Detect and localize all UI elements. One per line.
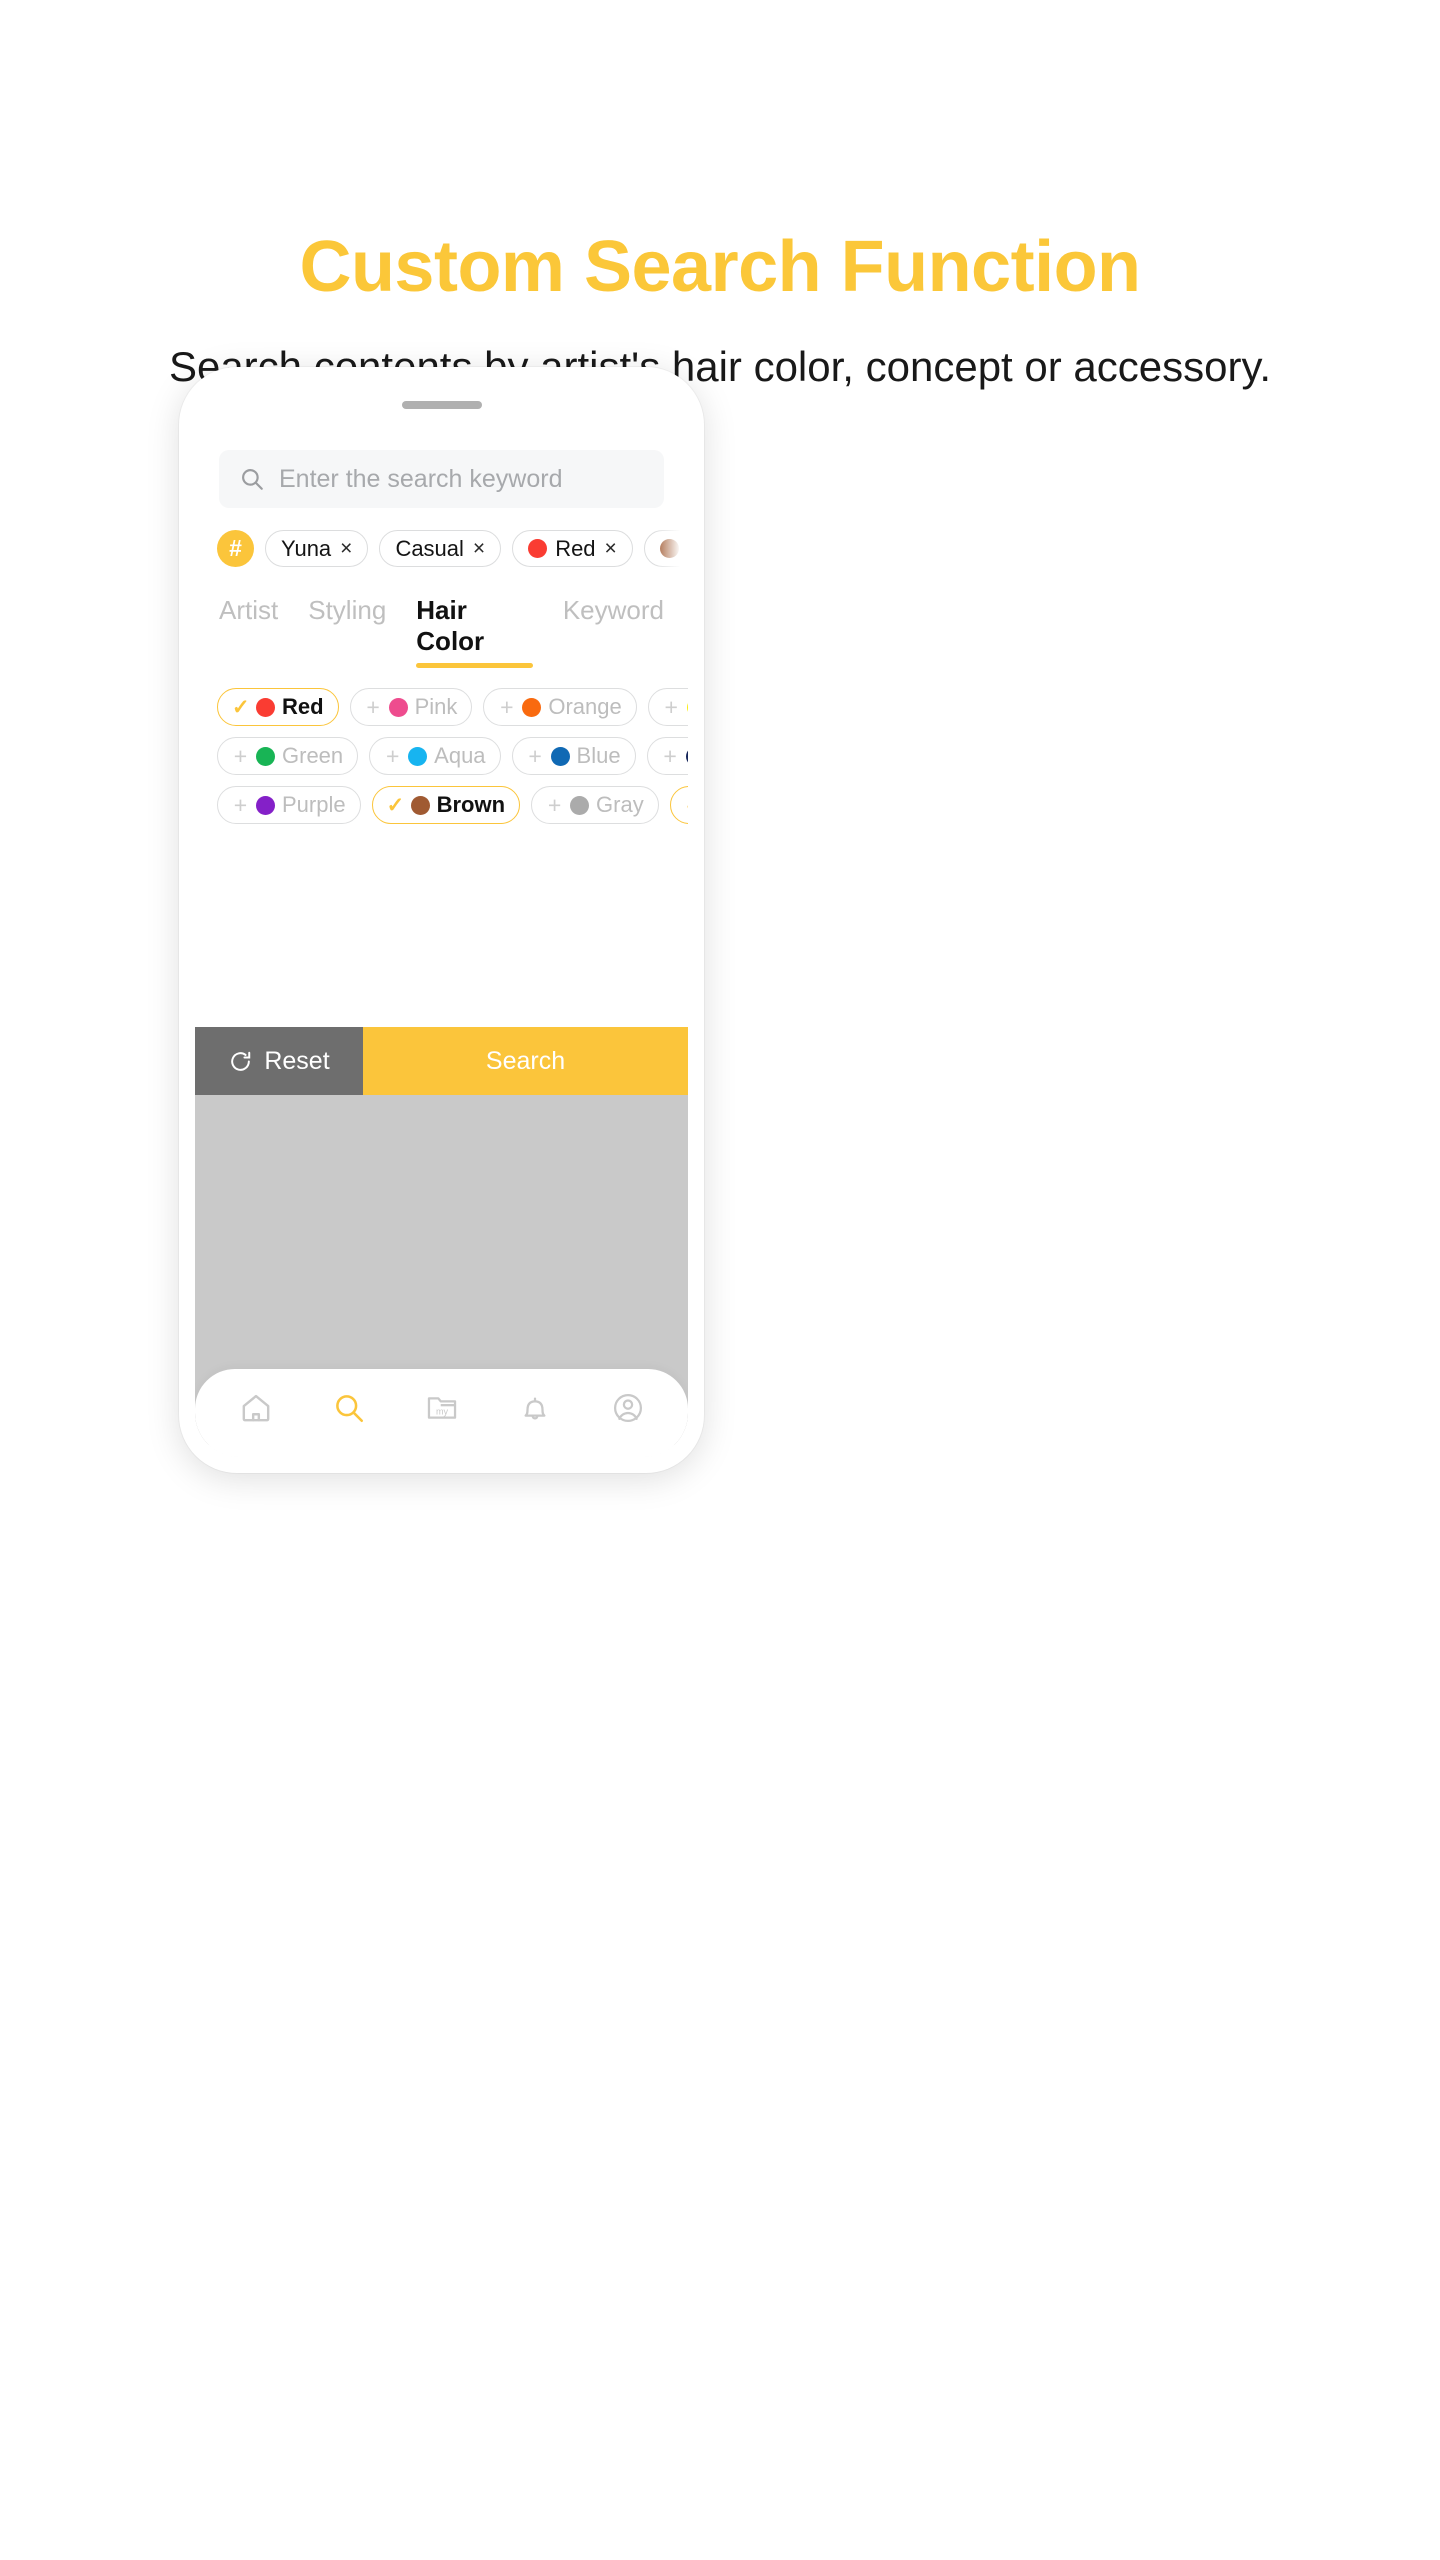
hair-color-pill-navy[interactable]: +Navy <box>646 737 688 775</box>
hair-color-options[interactable]: ✓Red+Pink+Orange+Yellow+Green+Aqua+Blue+… <box>195 668 688 824</box>
filter-chip[interactable]: Brown× <box>643 530 688 567</box>
nav-search-icon[interactable] <box>320 1379 378 1437</box>
hair-color-pill-gray[interactable]: + Gray <box>531 786 659 824</box>
color-swatch <box>408 746 428 766</box>
panel-empty-space <box>195 835 688 1027</box>
color-swatch <box>659 539 679 558</box>
hair-color-label: Purple <box>282 792 346 817</box>
hair-color-label: Gray <box>596 792 644 817</box>
search-field-wrapper: Enter the search keyword <box>195 450 688 508</box>
filter-chip-label: Red <box>555 535 596 561</box>
selected-filter-chips[interactable]: # Yuna×Casual×Red×Brown×Black× <box>195 508 688 589</box>
nav-profile-icon[interactable] <box>599 1379 657 1437</box>
phone-mockup: Enter the search keyword # Yuna × Casual × R… <box>179 367 704 1473</box>
plus-icon: + <box>366 693 380 720</box>
hair-color-pill-orange[interactable]: + Orange <box>483 688 637 726</box>
remove-chip-icon[interactable]: × <box>605 537 617 561</box>
refresh-icon <box>228 1049 253 1074</box>
page-title: Custom Search Function <box>299 227 1141 307</box>
search-button-label: Search <box>485 1046 566 1075</box>
hero-section: Custom Search Function Search contents b… <box>0 0 1440 398</box>
plus-icon: + <box>233 791 248 818</box>
color-swatch <box>550 746 570 766</box>
nav-home-icon[interactable] <box>227 1379 285 1437</box>
phone-speaker <box>401 401 482 409</box>
hair-color-row: ✓ Red + Pink + Orange +Yellow <box>217 688 688 726</box>
phone-screen: Enter the search keyword # Yuna × Casual × R… <box>195 424 688 1457</box>
tab-artist[interactable]: Artist <box>219 595 278 668</box>
search-panel: Enter the search keyword # Yuna × Casual × R… <box>195 424 688 1095</box>
nav-bell-icon[interactable] <box>506 1379 564 1437</box>
plus-icon: + <box>500 693 514 720</box>
color-swatch <box>388 697 408 717</box>
filter-chip[interactable]: Red × <box>512 530 633 567</box>
hair-color-label: Orange <box>548 694 622 719</box>
reset-button[interactable]: Reset <box>195 1027 363 1095</box>
bottom-navigation[interactable]: my <box>195 1369 688 1457</box>
tab-keyword[interactable]: Keyword <box>563 595 664 668</box>
color-swatch <box>410 795 430 815</box>
hair-color-pill-yellow[interactable]: +Yellow <box>647 688 688 726</box>
hair-color-pill-aqua[interactable]: + Aqua <box>369 737 501 775</box>
tab-styling[interactable]: Styling <box>308 595 386 668</box>
hair-color-label: Aqua <box>434 743 486 768</box>
search-icon <box>239 466 265 492</box>
svg-text:my: my <box>435 1407 448 1417</box>
filter-chip-label: Casual <box>395 535 464 561</box>
action-bar: Reset Search <box>195 1027 688 1095</box>
filter-category-tabs[interactable]: Artist Styling Hair Color Keyword <box>195 589 688 668</box>
reset-label: Reset <box>264 1046 330 1075</box>
color-swatch <box>256 795 275 815</box>
color-swatch <box>685 746 688 766</box>
search-input[interactable]: Enter the search keyword <box>219 450 664 508</box>
color-swatch <box>522 697 542 717</box>
color-swatch <box>570 795 590 815</box>
check-icon: ✓ <box>386 793 405 817</box>
plus-icon: + <box>528 742 542 769</box>
hair-color-label: Blue <box>576 743 621 768</box>
hair-color-pill-black[interactable]: ✓Black <box>669 786 688 824</box>
check-icon: ✓ <box>232 695 250 719</box>
filter-chip[interactable]: Casual × <box>379 530 502 567</box>
hair-color-pill-red[interactable]: ✓ Red <box>217 688 339 726</box>
color-swatch <box>256 746 275 766</box>
hair-color-pill-green[interactable]: + Green <box>217 737 359 775</box>
hair-color-pill-blue[interactable]: + Blue <box>511 737 636 775</box>
plus-icon: + <box>664 693 678 720</box>
plus-icon: + <box>663 742 677 769</box>
search-placeholder: Enter the search keyword <box>279 464 563 493</box>
search-button[interactable]: Search <box>363 1027 688 1095</box>
remove-chip-icon[interactable]: × <box>473 537 485 561</box>
hair-color-pill-brown[interactable]: ✓ Brown <box>371 786 521 824</box>
hair-color-row: + Purple ✓ Brown + Gray ✓Black <box>217 786 688 824</box>
hair-color-label: Brown <box>436 792 506 817</box>
hair-color-pill-pink[interactable]: + Pink <box>349 688 473 726</box>
color-swatch <box>528 539 548 558</box>
hair-color-label: Red <box>282 694 324 719</box>
color-swatch <box>256 697 275 717</box>
color-swatch <box>686 697 688 717</box>
remove-chip-icon[interactable]: × <box>340 537 352 561</box>
plus-icon: + <box>385 742 400 769</box>
hair-color-pill-purple[interactable]: + Purple <box>217 786 361 824</box>
filter-chip-label: Brown <box>687 536 688 562</box>
hair-color-label: Pink <box>414 694 458 719</box>
hashtag-badge: # <box>217 530 254 567</box>
hair-color-row: + Green + Aqua + Blue +Navy <box>217 737 688 775</box>
filter-chip-label: Yuna <box>281 535 332 561</box>
nav-my-folder-icon[interactable]: my <box>413 1379 471 1437</box>
filter-chip[interactable]: Yuna × <box>265 530 369 567</box>
plus-icon: + <box>547 791 562 818</box>
check-icon: ✓ <box>685 795 688 816</box>
tab-hair-color[interactable]: Hair Color <box>416 595 533 668</box>
hair-color-label: Green <box>282 743 344 768</box>
plus-icon: + <box>233 742 248 769</box>
